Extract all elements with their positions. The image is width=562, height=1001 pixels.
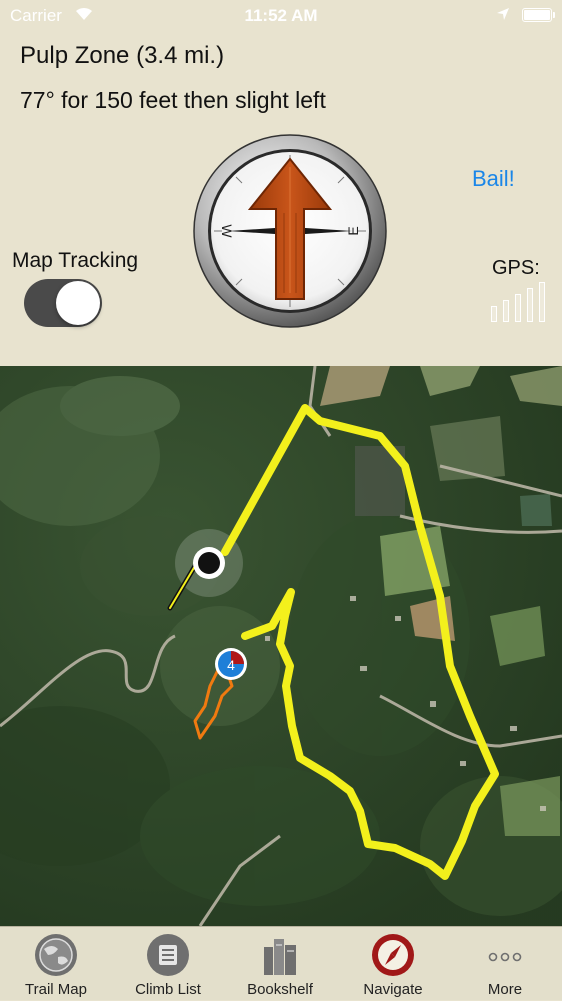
clock-time: 11:52 AM bbox=[244, 6, 318, 25]
battery-icon bbox=[522, 8, 555, 22]
gps-label: GPS: bbox=[492, 257, 540, 279]
waypoint-number: 4 bbox=[227, 657, 235, 673]
bail-button[interactable]: Bail! bbox=[472, 166, 515, 192]
tab-label: Bookshelf bbox=[247, 981, 313, 998]
tab-navigate[interactable]: Navigate bbox=[343, 927, 443, 1001]
compass-west-label: W bbox=[219, 224, 235, 238]
navigation-header: Pulp Zone (3.4 mi.) 77° for 150 feet the… bbox=[0, 0, 562, 366]
gps-signal-bar bbox=[515, 294, 521, 322]
toggle-knob bbox=[56, 281, 100, 325]
books-icon bbox=[264, 939, 296, 975]
waypoint-marker[interactable]: 4 bbox=[215, 648, 247, 680]
compass-icon bbox=[372, 934, 414, 976]
gps-signal-bar bbox=[527, 288, 533, 322]
tab-label: Trail Map bbox=[25, 981, 87, 998]
map-canvas[interactable]: 4 bbox=[0, 366, 562, 926]
list-icon bbox=[147, 934, 189, 976]
gps-signal-bar bbox=[491, 306, 497, 322]
tab-label: Navigate bbox=[363, 981, 423, 998]
tab-label: More bbox=[487, 981, 523, 998]
satellite-map[interactable]: 4 bbox=[0, 366, 562, 926]
location-arrow-icon bbox=[497, 8, 509, 20]
tab-bar: Trail Map Climb List Bookshelf Navigate bbox=[0, 926, 562, 1000]
current-location-marker[interactable] bbox=[193, 547, 225, 579]
gps-signal-icon bbox=[491, 282, 551, 322]
more-icon bbox=[488, 952, 522, 962]
route-title: Pulp Zone (3.4 mi.) bbox=[20, 42, 225, 69]
tab-more[interactable]: More bbox=[455, 927, 555, 1001]
map-tracking-label: Map Tracking bbox=[12, 249, 139, 272]
globe-icon bbox=[35, 934, 77, 976]
tab-trail-map[interactable]: Trail Map bbox=[6, 927, 106, 1001]
direction-instruction: 77° for 150 feet then slight left bbox=[20, 87, 326, 113]
map-tracking-toggle[interactable] bbox=[24, 279, 102, 327]
compass-icon: W E bbox=[193, 134, 387, 328]
tab-bookshelf[interactable]: Bookshelf bbox=[230, 927, 330, 1001]
status-bar: Carrier 11:52 AM bbox=[0, 0, 562, 32]
gps-signal-bar bbox=[539, 282, 545, 322]
tab-climb-list[interactable]: Climb List bbox=[118, 927, 218, 1001]
gps-signal-bar bbox=[503, 300, 509, 322]
compass-east-label: E bbox=[345, 226, 361, 235]
tab-label: Climb List bbox=[135, 981, 201, 998]
